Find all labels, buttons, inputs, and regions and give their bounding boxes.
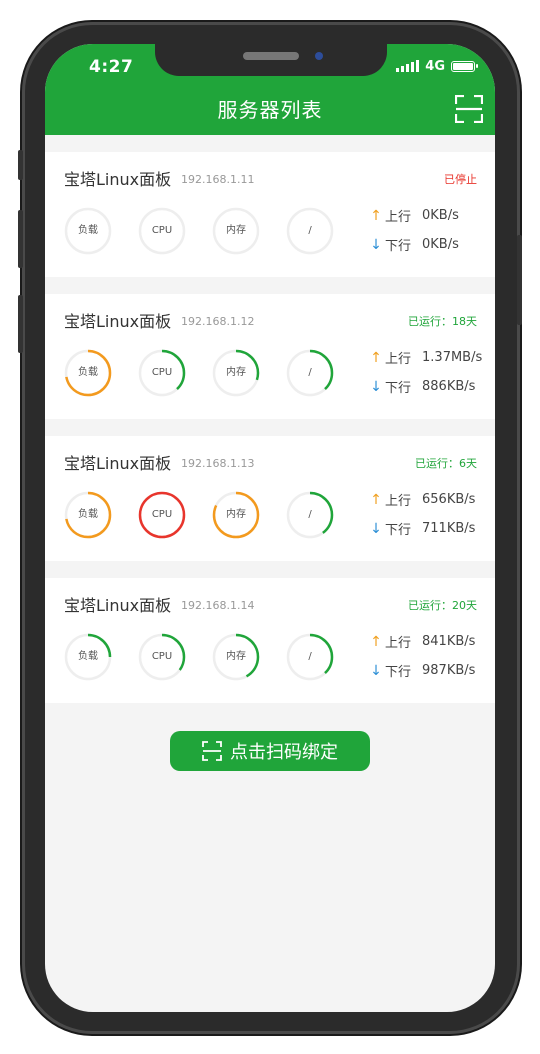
gauge-cpu[interactable]: CPU bbox=[138, 633, 186, 681]
arrow-down-icon: ↓ bbox=[370, 378, 382, 395]
scan-icon[interactable] bbox=[454, 94, 484, 124]
gauge-memory[interactable]: 内存 bbox=[212, 349, 260, 397]
arrow-up-icon: ↑ bbox=[370, 491, 382, 508]
gauge-load[interactable]: 负载 bbox=[64, 491, 112, 539]
status-indicators: 4G bbox=[396, 58, 478, 74]
volume-down-button bbox=[18, 295, 23, 353]
arrow-up-icon: ↑ bbox=[370, 633, 382, 650]
notch bbox=[155, 44, 387, 76]
traffic-down-value: 711KB/s bbox=[422, 521, 476, 536]
server-card[interactable]: 宝塔Linux面板 192.168.1.12 已运行：18天负载 CPU 内存 / ↑ 上行 1… bbox=[45, 294, 495, 419]
gauge-memory[interactable]: 内存 bbox=[212, 491, 260, 539]
mute-switch bbox=[18, 150, 23, 180]
traffic-down-value: 0KB/s bbox=[422, 237, 459, 252]
traffic-up: ↑ 上行 0KB/s bbox=[370, 206, 459, 226]
server-card[interactable]: 宝塔Linux面板 192.168.1.14 已运行：20天负载 CPU 内存 / ↑ 上行 8… bbox=[45, 578, 495, 703]
scan-icon bbox=[202, 741, 222, 761]
gauge-label: 负载 bbox=[78, 509, 98, 520]
gauge-label: / bbox=[308, 509, 312, 520]
traffic-down-value: 987KB/s bbox=[422, 663, 476, 678]
arrow-down-icon: ↓ bbox=[370, 662, 382, 679]
gauge-memory[interactable]: 内存 bbox=[212, 633, 260, 681]
server-name: 宝塔Linux面板 bbox=[64, 312, 172, 331]
server-ip: 192.168.1.13 bbox=[181, 457, 255, 470]
scan-bind-label: 点击扫码绑定 bbox=[230, 742, 338, 763]
server-name: 宝塔Linux面板 bbox=[64, 170, 172, 189]
app-screen: 4:27 4G 服务器列表 宝塔Linux面板 192.168.1.11 已停止负载… bbox=[45, 44, 495, 1012]
traffic-down-label: 下行 bbox=[385, 523, 412, 538]
gauge-load[interactable]: 负载 bbox=[64, 349, 112, 397]
gauge-label: CPU bbox=[151, 367, 173, 378]
traffic-down: ↓ 下行 0KB/s bbox=[370, 235, 459, 255]
traffic-down: ↓ 下行 987KB/s bbox=[370, 661, 476, 681]
speaker bbox=[243, 52, 299, 60]
traffic-up-label: 上行 bbox=[385, 494, 412, 509]
gauge-load[interactable]: 负载 bbox=[64, 633, 112, 681]
gauge-label: 内存 bbox=[226, 651, 246, 662]
gauge-label: CPU bbox=[151, 225, 173, 236]
server-ip: 192.168.1.12 bbox=[181, 315, 255, 328]
gauge-load[interactable]: 负载 bbox=[64, 207, 112, 255]
gauge-label: 内存 bbox=[226, 225, 246, 236]
gauge-label: / bbox=[308, 367, 312, 378]
gauge-cpu[interactable]: CPU bbox=[138, 491, 186, 539]
gauge-label: / bbox=[308, 225, 312, 236]
traffic-up-label: 上行 bbox=[385, 636, 412, 651]
page-title: 服务器列表 bbox=[217, 98, 323, 122]
traffic-down: ↓ 下行 886KB/s bbox=[370, 377, 476, 397]
server-status: 已运行：20天 bbox=[408, 599, 477, 612]
gauge-cpu[interactable]: CPU bbox=[138, 207, 186, 255]
traffic-up: ↑ 上行 656KB/s bbox=[370, 490, 476, 510]
battery-icon bbox=[451, 60, 478, 72]
traffic-up-value: 1.37MB/s bbox=[422, 350, 483, 365]
power-button bbox=[517, 235, 522, 325]
server-status: 已运行：18天 bbox=[408, 315, 477, 328]
gauge-label: 负载 bbox=[78, 367, 98, 378]
gauge-label: / bbox=[308, 651, 312, 662]
traffic-down-label: 下行 bbox=[385, 381, 412, 396]
traffic-up-value: 0KB/s bbox=[422, 208, 459, 223]
front-camera bbox=[315, 52, 323, 60]
gauge-disk[interactable]: / bbox=[286, 633, 334, 681]
status-time: 4:27 bbox=[89, 57, 134, 77]
traffic-up: ↑ 上行 841KB/s bbox=[370, 632, 476, 652]
gauge-disk[interactable]: / bbox=[286, 207, 334, 255]
server-status: 已运行：6天 bbox=[415, 457, 477, 470]
server-card[interactable]: 宝塔Linux面板 192.168.1.13 已运行：6天负载 CPU 内存 / ↑ 上行 65… bbox=[45, 436, 495, 561]
gauge-label: 内存 bbox=[226, 367, 246, 378]
traffic-down: ↓ 下行 711KB/s bbox=[370, 519, 476, 539]
arrow-down-icon: ↓ bbox=[370, 236, 382, 253]
traffic-up-value: 841KB/s bbox=[422, 634, 476, 649]
traffic-up: ↑ 上行 1.37MB/s bbox=[370, 348, 483, 368]
server-name: 宝塔Linux面板 bbox=[64, 596, 172, 615]
traffic-up-label: 上行 bbox=[385, 210, 412, 225]
arrow-up-icon: ↑ bbox=[370, 349, 382, 366]
gauge-label: 负载 bbox=[78, 651, 98, 662]
scan-bind-button[interactable]: 点击扫码绑定 bbox=[170, 731, 370, 771]
gauge-disk[interactable]: / bbox=[286, 349, 334, 397]
gauge-disk[interactable]: / bbox=[286, 491, 334, 539]
signal-icon bbox=[396, 60, 420, 72]
traffic-down-label: 下行 bbox=[385, 665, 412, 680]
server-card[interactable]: 宝塔Linux面板 192.168.1.11 已停止负载 CPU 内存 / ↑ 上行 0KB/s… bbox=[45, 152, 495, 277]
gauge-label: 内存 bbox=[226, 509, 246, 520]
arrow-up-icon: ↑ bbox=[370, 207, 382, 224]
traffic-up-value: 656KB/s bbox=[422, 492, 476, 507]
traffic-up-label: 上行 bbox=[385, 352, 412, 367]
traffic-down-label: 下行 bbox=[385, 239, 412, 254]
server-ip: 192.168.1.14 bbox=[181, 599, 255, 612]
volume-up-button bbox=[18, 210, 23, 268]
traffic-down-value: 886KB/s bbox=[422, 379, 476, 394]
server-status: 已停止 bbox=[444, 173, 477, 186]
gauge-label: CPU bbox=[151, 509, 173, 520]
arrow-down-icon: ↓ bbox=[370, 520, 382, 537]
gauge-memory[interactable]: 内存 bbox=[212, 207, 260, 255]
network-type: 4G bbox=[425, 58, 445, 74]
server-ip: 192.168.1.11 bbox=[181, 173, 255, 186]
server-name: 宝塔Linux面板 bbox=[64, 454, 172, 473]
gauge-label: CPU bbox=[151, 651, 173, 662]
gauge-label: 负载 bbox=[78, 225, 98, 236]
gauge-cpu[interactable]: CPU bbox=[138, 349, 186, 397]
